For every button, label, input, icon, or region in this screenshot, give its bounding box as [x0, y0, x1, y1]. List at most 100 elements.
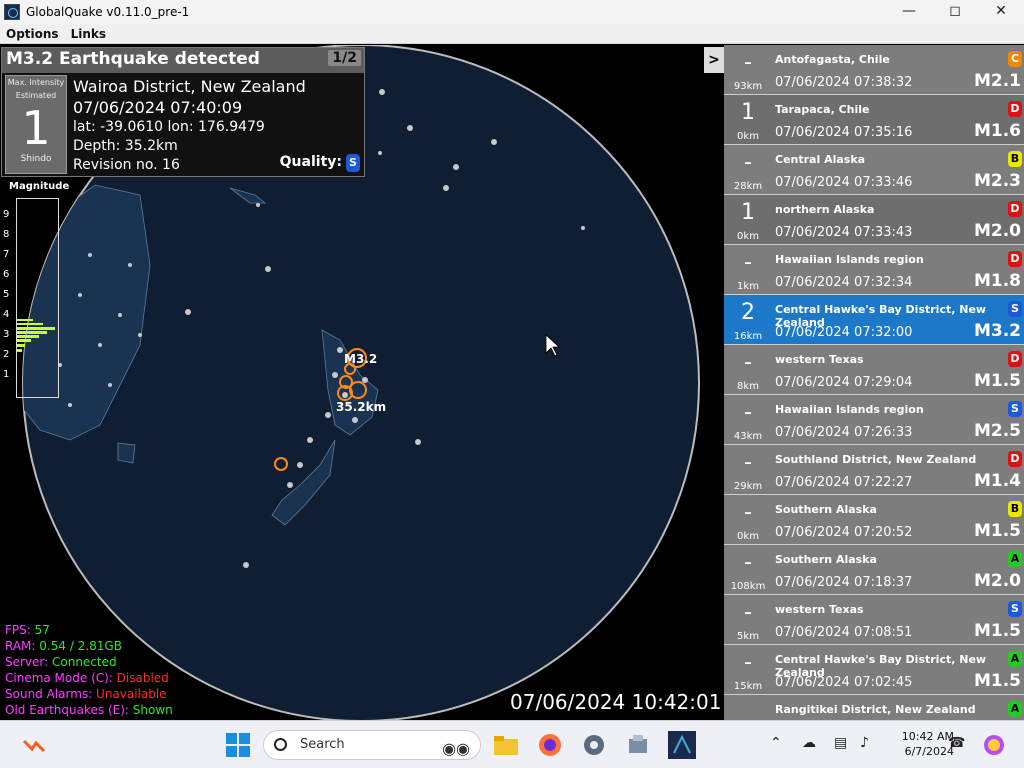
- quake-header: M3.2 Earthquake detected: [6, 49, 260, 69]
- volume-icon[interactable]: ♪: [860, 735, 869, 751]
- magnitude-tick: 5: [3, 289, 10, 300]
- start-icon[interactable]: [224, 731, 252, 759]
- menu-links[interactable]: Links: [65, 27, 112, 41]
- maximize-button[interactable]: ◻: [932, 0, 978, 24]
- list-intensity-cell: - 1km: [724, 245, 772, 295]
- search-icon: [274, 738, 287, 751]
- list-region: Southern Alaska: [775, 503, 877, 516]
- settings-icon[interactable]: [580, 731, 608, 759]
- list-time: 07/06/2024 07:29:04: [775, 375, 913, 390]
- list-intensity-cell: - 108km: [724, 545, 772, 595]
- expand-list-button[interactable]: >: [704, 47, 724, 73]
- window-title: GlobalQuake v0.11.0_pre-1: [26, 5, 190, 19]
- list-region: northern Alaska: [775, 203, 875, 216]
- globalquake-taskbar-icon[interactable]: [668, 731, 696, 759]
- quake-list-item[interactable]: - 43km Hawaiian Islands region 07/06/2024 0…: [724, 395, 1024, 445]
- list-intensity: -: [744, 500, 752, 525]
- status-value: Disabled: [116, 671, 169, 685]
- list-time: 07/06/2024 07:08:51: [775, 625, 913, 640]
- taskbar-search[interactable]: Search ◉◉: [263, 730, 481, 760]
- quake-list-item[interactable]: - 5km western Texas 07/06/2024 07:08:51 M1.5…: [724, 595, 1024, 645]
- status-value: Unavailable: [96, 687, 167, 701]
- close-button[interactable]: ✕: [978, 0, 1024, 24]
- list-quality-badge: A: [1008, 551, 1022, 567]
- list-depth: 28km: [733, 181, 763, 192]
- network-icon[interactable]: ▤: [834, 735, 847, 751]
- onedrive-icon[interactable]: ☁: [802, 735, 816, 751]
- list-depth: 93km: [733, 81, 763, 92]
- firefox-icon[interactable]: [536, 731, 564, 759]
- widgets-icon[interactable]: [20, 731, 48, 759]
- magnitude-tick: 2: [3, 349, 10, 360]
- list-time: 07/06/2024 07:18:37: [775, 575, 913, 590]
- quake-list-item[interactable]: -15km Central Hawke's Bay District, New Z…: [724, 645, 1024, 695]
- list-region: Rangitikei District, New Zealand: [775, 703, 976, 716]
- list-magnitude: M1.8: [973, 271, 1021, 291]
- chevron-up-icon[interactable]: ⌃: [770, 735, 782, 751]
- quake-list-item[interactable]: - 1km Hawaiian Islands region 07/06/2024 07…: [724, 245, 1024, 295]
- file-explorer-icon[interactable]: [492, 731, 520, 759]
- quake-list-item[interactable]: Rangitikei District, New Zealand A: [724, 695, 1024, 720]
- quality-indicator: Quality: S: [280, 154, 360, 172]
- list-intensity-cell: 1 0km: [724, 95, 772, 145]
- status-label: Cinema Mode (C):: [5, 671, 117, 685]
- quake-list-item[interactable]: 1 0km northern Alaska 07/06/2024 07:33:43 M2…: [724, 195, 1024, 245]
- list-intensity-cell: - 28km: [724, 145, 772, 195]
- list-time: 07/06/2024 07:22:27: [775, 475, 913, 490]
- list-intensity: -: [744, 650, 752, 675]
- notification-bell-icon[interactable]: ☎: [948, 735, 965, 751]
- app-icon: [4, 4, 20, 20]
- status-overlay: FPS: 57 RAM: 0.54 / 2.81GB Server: Connect…: [5, 622, 173, 718]
- menu-bar: Options Links: [0, 24, 1024, 44]
- list-quality-badge: D: [1008, 251, 1022, 267]
- list-time: 07/06/2024 07:02:45: [775, 675, 913, 690]
- list-quality-badge: D: [1008, 451, 1022, 467]
- magnitude-scale-title: Magnitude: [9, 181, 70, 192]
- list-depth: 1km: [737, 281, 759, 292]
- list-time: 07/06/2024 07:33:46: [775, 175, 913, 190]
- magnitude-tick: 8: [3, 229, 10, 240]
- list-region: Hawaiian Islands region: [775, 403, 924, 416]
- status-label: Old Earthquakes (E):: [5, 703, 133, 717]
- list-time: 07/06/2024 07:32:00: [775, 325, 913, 340]
- tray-clock[interactable]: 10:42 AM 6/7/2024: [902, 729, 954, 759]
- quake-list-item[interactable]: - 8km western Texas 07/06/2024 07:29:04 M1.5…: [724, 345, 1024, 395]
- list-region: Central Alaska: [775, 153, 866, 166]
- list-region: Southern Alaska: [775, 553, 877, 566]
- tray-time: 10:42 AM: [901, 730, 954, 743]
- quake-list-item[interactable]: - 0km Southern Alaska 07/06/2024 07:20:52 M1…: [724, 495, 1024, 545]
- list-quality-badge: D: [1008, 201, 1022, 217]
- list-depth: 0km: [737, 531, 759, 542]
- quake-list-item[interactable]: - 93km Antofagasta, Chile 07/06/2024 07:38:…: [724, 45, 1024, 95]
- list-intensity-cell: - 15km: [724, 645, 772, 695]
- quake-list-item[interactable]: 1 0km Tarapaca, Chile 07/06/2024 07:35:16 M1…: [724, 95, 1024, 145]
- list-quality-badge: A: [1008, 701, 1022, 717]
- menu-options[interactable]: Options: [0, 27, 65, 41]
- minimize-button[interactable]: —: [886, 0, 932, 24]
- histogram-svg: [17, 319, 55, 352]
- quake-list-item[interactable]: 2 16km Central Hawke's Bay District, New Z…: [724, 295, 1024, 345]
- copilot-icon[interactable]: [980, 731, 1008, 759]
- search-placeholder: Search: [300, 737, 345, 752]
- magnitude-scale: Magnitude 9 8 7 6 5 4 3 2 1: [3, 181, 70, 398]
- quake-list-item[interactable]: - 28km Central Alaska 07/06/2024 07:33:46 M2…: [724, 145, 1024, 195]
- earthquake-list[interactable]: - 93km Antofagasta, Chile 07/06/2024 07:38:…: [724, 45, 1024, 720]
- status-line: Cinema Mode (C): Disabled: [5, 670, 173, 686]
- list-magnitude: M1.5: [973, 521, 1021, 541]
- list-magnitude: M1.5: [973, 671, 1021, 691]
- quake-pager[interactable]: 1/2: [328, 50, 361, 66]
- tasmania: [117, 442, 136, 464]
- list-quality-badge: D: [1008, 101, 1022, 117]
- list-quality-badge: S: [1008, 601, 1022, 617]
- list-time: 07/06/2024 07:33:43: [775, 225, 913, 240]
- status-line: Old Earthquakes (E): Shown: [5, 702, 173, 718]
- search-highlight-icon: ◉◉: [442, 739, 470, 758]
- status-value: 0.54 / 2.81GB: [39, 639, 122, 653]
- quake-list-item[interactable]: - 29km Southland District, New Zealand 07/0…: [724, 445, 1024, 495]
- status-label: Server:: [5, 655, 52, 669]
- quake-depth: Depth: 35.2km: [73, 138, 178, 154]
- installer-icon[interactable]: [624, 731, 652, 759]
- quake-list-item[interactable]: - 108km Southern Alaska 07/06/2024 07:18:37…: [724, 545, 1024, 595]
- map-clock: 07/06/2024 10:42:01: [510, 690, 722, 714]
- list-magnitude: M1.5: [973, 621, 1021, 641]
